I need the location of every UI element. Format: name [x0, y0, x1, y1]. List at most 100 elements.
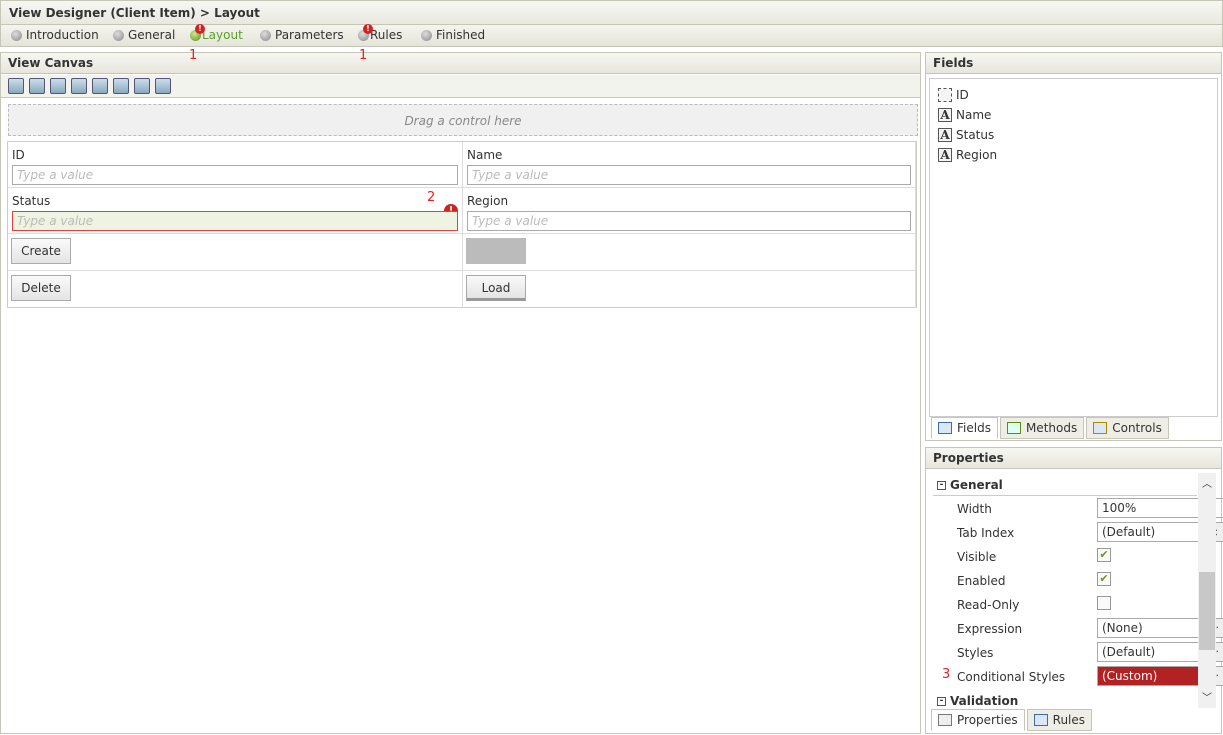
field-label: Region [956, 148, 998, 162]
tab-label: Properties [957, 713, 1018, 727]
step-label: General [128, 28, 176, 42]
status-input[interactable]: Type a value [12, 211, 458, 231]
scroll-down-icon[interactable]: ﹀ [1198, 689, 1216, 704]
prop-label: Enabled [957, 574, 1006, 588]
step-rules[interactable]: ! Rules [358, 23, 402, 42]
step-status-icon [421, 29, 432, 41]
prop-label: Styles [957, 646, 994, 660]
field-item[interactable]: A Status [938, 125, 1209, 145]
tab-label: Rules [1052, 713, 1086, 727]
wizard-icon[interactable] [8, 78, 24, 94]
window-title: View Designer (Client Item) > Layout [0, 0, 1223, 25]
step-finished[interactable]: Finished [421, 28, 485, 42]
panel-title: Properties [926, 448, 1221, 469]
cell [463, 234, 916, 271]
table-icon [938, 422, 952, 434]
resize-icon[interactable] [92, 78, 108, 94]
annotation-marker: 2 [427, 190, 436, 205]
tab-controls[interactable]: Controls [1086, 417, 1169, 439]
prop-width: Width 100% [957, 498, 1223, 524]
cell: Delete [8, 271, 463, 308]
cell-region[interactable]: Region Type a value [463, 188, 916, 234]
rules-icon [1033, 714, 1048, 726]
region-label: Region [467, 194, 509, 208]
field-item[interactable]: A Name [938, 105, 1209, 125]
step-layout[interactable]: ! Layout [190, 23, 243, 42]
step-status-icon [113, 29, 124, 41]
text-field-icon: A [938, 148, 952, 162]
create-button[interactable]: Create [11, 238, 71, 264]
collapse-icon[interactable]: - [937, 480, 946, 490]
notes-icon[interactable] [155, 78, 171, 94]
property-grid: -General Width100% Tab Index(Default)▲▼ … [929, 473, 1223, 708]
step-parameters[interactable]: Parameters [260, 28, 344, 42]
properties-panel: Properties - General Width 100% Tab Index(… [925, 447, 1223, 734]
layout-table: IDType a value NameType a value Status2!… [7, 141, 917, 308]
error-icon: ! [195, 23, 205, 34]
read-only-checkbox[interactable] [1097, 596, 1111, 610]
section-validation[interactable]: - Validation [937, 694, 1018, 708]
section-general[interactable]: - General [937, 478, 1003, 492]
section-label: Validation [950, 694, 1019, 708]
field-item[interactable]: ID [938, 85, 1209, 105]
field-label: Status [956, 128, 995, 142]
text-field-icon: A [938, 108, 952, 122]
prop-label: Expression [957, 622, 1023, 636]
text-field-icon: A [938, 128, 952, 142]
sum-icon[interactable] [134, 78, 150, 94]
step-general[interactable]: General [113, 28, 175, 42]
step-status-icon: ! [358, 23, 373, 41]
step-status-icon: ! [190, 23, 205, 41]
status-label: Status [12, 194, 51, 208]
prop-visible: Visible ✔ [957, 548, 1111, 572]
cell-id[interactable]: ID Type a value [8, 142, 463, 188]
field-item[interactable]: A Region [938, 145, 1209, 165]
load-button[interactable]: Load [466, 275, 526, 301]
controls-icon [1093, 422, 1108, 434]
add-table-icon[interactable] [29, 78, 45, 94]
step-introduction[interactable]: Introduction [11, 28, 99, 42]
cell-status[interactable]: Status2!Type a value [8, 188, 463, 234]
collapse-icon[interactable]: - [937, 696, 946, 706]
scrollbar[interactable]: ︿ ﹀ [1198, 473, 1216, 708]
cell: Load [463, 271, 916, 308]
canvas-toolbar [1, 75, 920, 98]
prop-conditional-styles: 3Conditional Styles(Custom)... [942, 666, 1223, 692]
step-label: Layout [202, 28, 243, 42]
tab-methods[interactable]: Methods [999, 417, 1085, 439]
field-label: Name [956, 108, 992, 122]
tab-label: Controls [1112, 421, 1162, 435]
panel-title: View Canvas [1, 53, 920, 74]
drop-zone[interactable]: Drag a control here [8, 104, 918, 136]
cell: Create [8, 234, 463, 271]
columns-icon[interactable] [71, 78, 87, 94]
step-status-icon [11, 29, 22, 41]
tab-index-value: (Default) [1102, 525, 1156, 539]
prop-label: Conditional Styles [957, 670, 1066, 684]
tab-properties[interactable]: Properties [931, 709, 1025, 731]
annotation-marker: 3 [942, 667, 951, 682]
enabled-checkbox[interactable]: ✔ [1097, 572, 1111, 586]
id-input[interactable]: Type a value [12, 165, 458, 185]
scroll-up-icon[interactable]: ︿ [1198, 475, 1216, 490]
prop-label: Width [957, 502, 992, 516]
visible-checkbox[interactable]: ✔ [1097, 548, 1111, 562]
cell-name[interactable]: Name Type a value [463, 142, 916, 188]
prop-expression: Expression(None)... [957, 618, 1223, 644]
properties-icon [938, 714, 952, 726]
placeholder-control[interactable] [466, 238, 526, 264]
scrollbar-thumb[interactable] [1199, 572, 1215, 650]
tab-label: Methods [1025, 421, 1078, 435]
tab-fields[interactable]: Fields [931, 417, 998, 439]
name-input[interactable]: Type a value [467, 165, 911, 185]
error-icon: ! [363, 23, 373, 34]
region-input[interactable]: Type a value [467, 211, 911, 231]
fields-panel: Fields ID A Name A Status A Region Fields M… [925, 52, 1222, 441]
delete-button[interactable]: Delete [11, 275, 71, 301]
transfer-icon[interactable] [113, 78, 129, 94]
field-label: ID [956, 88, 969, 102]
tab-rules[interactable]: Rules [1026, 709, 1093, 731]
key-field-icon [938, 88, 952, 102]
annotation-marker: 1 [359, 48, 368, 63]
edit-icon[interactable] [50, 78, 66, 94]
